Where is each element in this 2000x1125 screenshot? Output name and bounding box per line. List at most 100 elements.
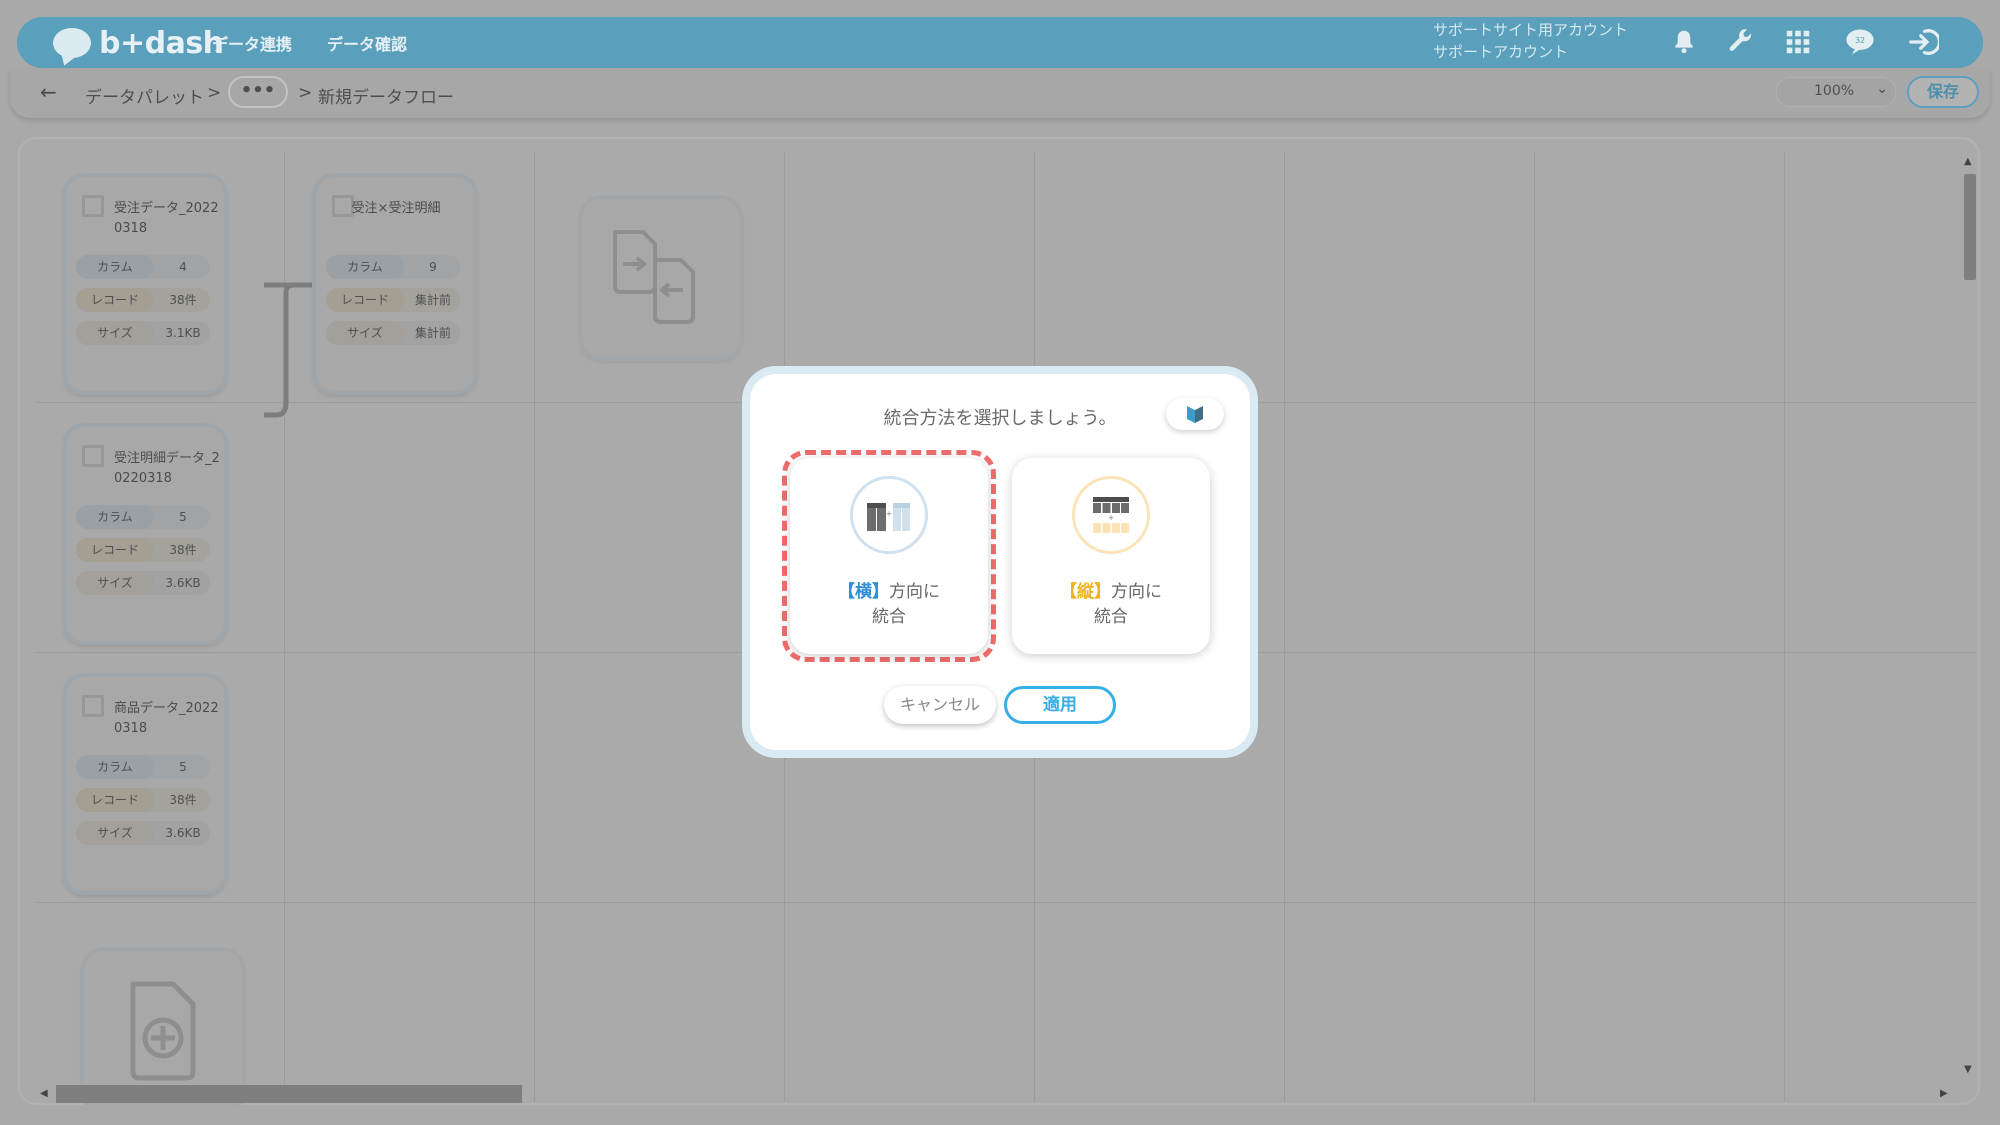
merge-method-dialog: 統合方法を選択しましょう。 + 【横】方向に 統合 + 【縦】方向に 統合 キャ…	[750, 374, 1250, 750]
breadcrumb-bar: ← データパレット > ••• > 新規データフロー 100% ⌄ 保存	[10, 68, 1990, 118]
scroll-left-icon[interactable]: ◀	[40, 1088, 48, 1099]
data-card-products[interactable]: 商品データ_20220318 カラム 5 レコード 38件 サイズ 3.6KB	[66, 677, 224, 891]
apply-button[interactable]: 適用	[1004, 686, 1116, 724]
data-card-joined[interactable]: 受注×受注明細 カラム 9 レコード 集計前 サイズ 集計前	[316, 177, 474, 391]
vertical-merge-icon-circle: +	[1072, 476, 1150, 554]
merge-files-icon	[613, 230, 695, 324]
row-value: 38件	[169, 543, 197, 557]
account-info[interactable]: サポートサイト用アカウント サポートアカウント	[1433, 19, 1628, 63]
row-key: カラム	[76, 505, 154, 529]
row-value: 5	[179, 760, 187, 774]
merge-text: 統合	[1094, 607, 1128, 627]
card-title: 受注明細データ_20220318	[114, 451, 220, 486]
cancel-button[interactable]: キャンセル	[884, 686, 996, 724]
breadcrumb-current: 新規データフロー	[318, 88, 454, 108]
merge-node-tile[interactable]	[582, 199, 740, 357]
scroll-up-icon[interactable]: ▲	[1964, 156, 1972, 167]
grid-line	[1784, 152, 1785, 1102]
row-key: レコード	[326, 288, 404, 312]
nav-data-integration[interactable]: データ連携	[212, 31, 292, 55]
vertical-merge-label: 【縦】方向に 統合	[1012, 580, 1210, 630]
vertical-scrollbar[interactable]: ▲ ▼	[1960, 152, 1978, 1075]
svg-text:+: +	[886, 510, 892, 518]
direction-text: 方向に	[889, 582, 940, 602]
save-button[interactable]: 保存	[1907, 76, 1979, 108]
card-title: 商品データ_20220318	[114, 701, 219, 736]
back-arrow-icon[interactable]: ←	[40, 80, 57, 104]
card-row-records: レコード 38件	[76, 288, 210, 312]
app-header: b+dash データ連携 データ確認 サポートサイト用アカウント サポートアカウ…	[17, 17, 1983, 68]
row-value: 3.1KB	[165, 326, 201, 340]
wrench-icon[interactable]	[1724, 27, 1758, 57]
logo-bubble-icon	[53, 28, 91, 58]
account-line2: サポートアカウント	[1433, 43, 1569, 61]
vertical-merge-option[interactable]: + 【縦】方向に 統合	[1012, 458, 1210, 654]
card-row-size: サイズ 3.6KB	[76, 821, 210, 845]
logout-icon[interactable]	[1905, 27, 1942, 57]
row-value: 4	[179, 260, 187, 274]
row-value: 3.6KB	[165, 826, 201, 840]
nav-data-check[interactable]: データ確認	[327, 31, 407, 55]
row-value: 5	[179, 510, 187, 524]
row-key: サイズ	[326, 321, 404, 345]
row-value: 38件	[169, 793, 197, 807]
data-card-order-details[interactable]: 受注明細データ_20220318 カラム 5 レコード 38件 サイズ 3.6KB	[66, 427, 224, 641]
card-row-columns: カラム 5	[76, 505, 210, 529]
card-row-records: レコード 38件	[76, 538, 210, 562]
vertical-merge-icon: +	[1093, 497, 1129, 533]
card-row-size: サイズ 集計前	[326, 321, 460, 345]
data-card-orders[interactable]: 受注データ_20220318 カラム 4 レコード 38件 サイズ 3.1KB	[66, 177, 224, 391]
horizontal-scroll-thumb[interactable]	[56, 1085, 522, 1103]
flow-connector	[264, 282, 314, 418]
breadcrumb-data-palette[interactable]: データパレット	[85, 83, 204, 108]
scroll-down-icon[interactable]: ▼	[1964, 1064, 1972, 1075]
logo-text: b+dash	[99, 26, 224, 61]
row-key: サイズ	[76, 821, 154, 845]
beginner-help-button[interactable]	[1166, 398, 1224, 430]
scroll-right-icon[interactable]: ▶	[1940, 1088, 1948, 1099]
grid-line	[36, 902, 1976, 903]
row-key: カラム	[76, 255, 154, 279]
card-row-columns: カラム 9	[326, 255, 460, 279]
breadcrumb-separator: >	[207, 83, 222, 103]
grid-line	[1534, 152, 1535, 1102]
card-row-columns: カラム 5	[76, 755, 210, 779]
row-key: カラム	[326, 255, 404, 279]
direction-text: 方向に	[1111, 582, 1162, 602]
svg-text:+: +	[1108, 514, 1114, 522]
file-icon	[82, 195, 104, 217]
vertical-scroll-thumb[interactable]	[1964, 174, 1976, 280]
horizontal-merge-icon-circle: +	[850, 476, 928, 554]
row-key: レコード	[76, 288, 154, 312]
keyword-vertical: 【縦】	[1060, 582, 1111, 602]
horizontal-merge-label: 【横】方向に 統合	[790, 580, 988, 630]
horizontal-merge-option[interactable]: + 【横】方向に 統合	[790, 458, 988, 654]
chat-badge: 32	[1855, 36, 1865, 45]
card-title: 受注データ_20220318	[114, 201, 219, 236]
row-value: 集計前	[414, 326, 451, 340]
zoom-select[interactable]: 100% ⌄	[1776, 77, 1896, 107]
file-icon	[82, 695, 104, 717]
merge-text: 統合	[872, 607, 906, 627]
breadcrumb-more-button[interactable]: •••	[228, 76, 288, 108]
bell-icon[interactable]	[1667, 27, 1701, 57]
horizontal-merge-icon: +	[867, 503, 910, 531]
horizontal-scrollbar[interactable]: ◀ ▶	[36, 1085, 1956, 1103]
row-value: 3.6KB	[165, 576, 201, 590]
keyword-horizontal: 【横】	[838, 582, 889, 602]
breadcrumb-separator: >	[298, 83, 313, 103]
apps-grid-icon[interactable]	[1781, 27, 1815, 57]
chat-bubble-icon[interactable]: 32	[1843, 27, 1877, 57]
row-value: 38件	[169, 293, 197, 307]
row-key: カラム	[76, 755, 154, 779]
grid-line	[534, 152, 535, 1102]
card-row-records: レコード 集計前	[326, 288, 460, 312]
add-data-tile[interactable]	[84, 951, 242, 1105]
row-key: レコード	[76, 788, 154, 812]
row-value: 集計前	[414, 293, 451, 307]
account-line1: サポートサイト用アカウント	[1433, 21, 1629, 39]
row-key: サイズ	[76, 321, 154, 345]
bdash-logo[interactable]: b+dash	[37, 25, 224, 61]
chevron-down-icon: ⌄	[1876, 81, 1888, 97]
row-key: レコード	[76, 538, 154, 562]
